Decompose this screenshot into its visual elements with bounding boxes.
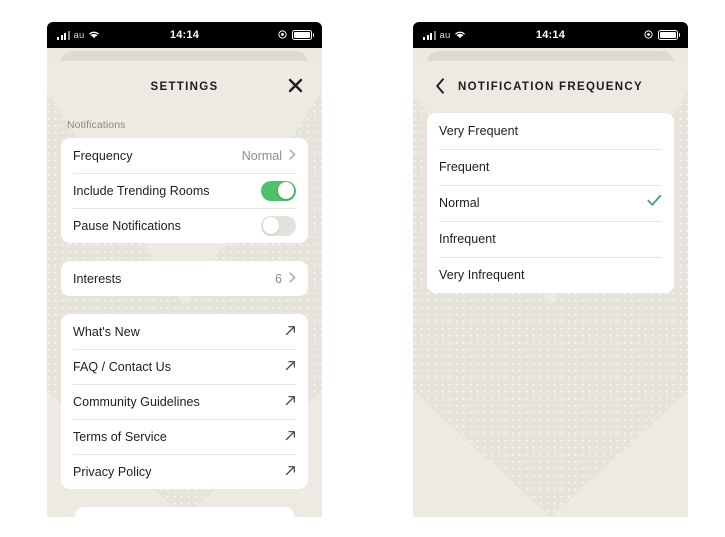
row-community-guidelines[interactable]: Community Guidelines	[61, 384, 308, 419]
row-label: Community Guidelines	[73, 394, 200, 409]
screenshot-stage: au 14:14 SETTINGS Notifications Frequenc…	[0, 0, 725, 537]
external-link-icon	[285, 393, 296, 411]
row-interests[interactable]: Interests 6	[61, 261, 308, 296]
row-label: Terms of Service	[73, 429, 167, 444]
row-faq-contact-us[interactable]: FAQ / Contact Us	[61, 349, 308, 384]
toggle-include-trending-rooms[interactable]	[261, 180, 296, 201]
chevron-right-icon	[289, 272, 296, 285]
row-label: What's New	[73, 324, 140, 339]
page-title: SETTINGS	[150, 81, 219, 93]
row-label: Interests	[73, 271, 122, 286]
option-very-infrequent[interactable]: Very Infrequent	[427, 257, 674, 293]
row-value-frequency: Normal	[241, 148, 282, 163]
external-link-icon	[285, 358, 296, 376]
row-terms-of-service[interactable]: Terms of Service	[61, 419, 308, 454]
frequency-sheet: NOTIFICATION FREQUENCY Very Frequent Fre…	[413, 61, 688, 517]
option-label: Infrequent	[439, 232, 496, 246]
toggle-pause-notifications[interactable]	[261, 215, 296, 236]
settings-nav-header: SETTINGS	[47, 61, 322, 113]
phone-mockup-notification-frequency: au 14:14 NOTIFICATION FREQUENCY Very Fre…	[413, 22, 688, 517]
checkmark-icon	[647, 194, 662, 212]
option-label: Very Infrequent	[439, 268, 525, 282]
links-card: What's New FAQ / Contact Us Community Gu…	[61, 314, 308, 489]
partially-visible-card-below[interactable]	[75, 507, 294, 517]
row-include-trending-rooms[interactable]: Include Trending Rooms	[61, 173, 308, 208]
app-screen-notification-frequency: NOTIFICATION FREQUENCY Very Frequent Fre…	[413, 48, 688, 517]
option-frequent[interactable]: Frequent	[427, 149, 674, 185]
option-label: Very Frequent	[439, 124, 519, 138]
status-bar-right	[278, 26, 312, 44]
alarm-icon	[644, 26, 653, 44]
close-icon	[288, 78, 303, 96]
chevron-left-icon	[435, 77, 446, 97]
app-screen-settings: SETTINGS Notifications Frequency Normal …	[47, 48, 322, 517]
chevron-right-icon	[289, 149, 296, 162]
frequency-content: Very Frequent Frequent Normal Infrequent…	[413, 113, 688, 293]
settings-content: Notifications Frequency Normal Include T…	[47, 113, 322, 517]
external-link-icon	[285, 323, 296, 341]
phone-mockup-settings: au 14:14 SETTINGS Notifications Frequenc…	[47, 22, 322, 517]
option-label: Normal	[439, 196, 480, 210]
battery-icon	[292, 30, 312, 40]
option-normal[interactable]: Normal	[427, 185, 674, 221]
row-label: Frequency	[73, 148, 133, 163]
row-label: Pause Notifications	[73, 218, 181, 233]
external-link-icon	[285, 428, 296, 446]
option-label: Frequent	[439, 160, 490, 174]
back-button[interactable]	[427, 74, 453, 100]
frequency-nav-header: NOTIFICATION FREQUENCY	[413, 61, 688, 113]
external-link-icon	[285, 463, 296, 481]
option-very-frequent[interactable]: Very Frequent	[427, 113, 674, 149]
close-button[interactable]	[282, 74, 308, 100]
page-title: NOTIFICATION FREQUENCY	[458, 81, 643, 93]
row-frequency[interactable]: Frequency Normal	[61, 138, 308, 173]
row-whats-new[interactable]: What's New	[61, 314, 308, 349]
row-label: Privacy Policy	[73, 464, 152, 479]
status-bar-right	[644, 26, 678, 44]
row-value-interests-count: 6	[275, 271, 282, 286]
status-bar: au 14:14	[47, 22, 322, 48]
battery-icon	[658, 30, 678, 40]
frequency-options-card: Very Frequent Frequent Normal Infrequent…	[427, 113, 674, 293]
alarm-icon	[278, 26, 287, 44]
option-infrequent[interactable]: Infrequent	[427, 221, 674, 257]
row-label: FAQ / Contact Us	[73, 359, 172, 374]
settings-sheet: SETTINGS Notifications Frequency Normal …	[47, 61, 322, 517]
status-bar: au 14:14	[413, 22, 688, 48]
row-label: Include Trending Rooms	[73, 183, 210, 198]
row-pause-notifications[interactable]: Pause Notifications	[61, 208, 308, 243]
notifications-settings-card: Frequency Normal Include Trending Rooms	[61, 138, 308, 243]
row-privacy-policy[interactable]: Privacy Policy	[61, 454, 308, 489]
section-label-notifications: Notifications	[67, 119, 126, 131]
interests-card: Interests 6	[61, 261, 308, 296]
